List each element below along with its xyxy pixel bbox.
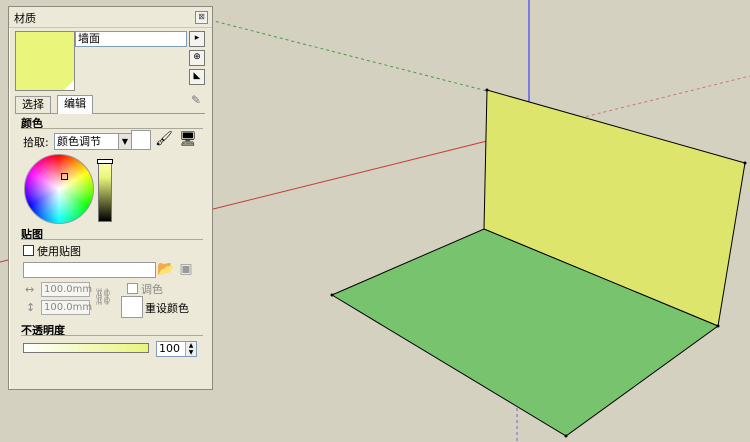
opacity-spinbox[interactable]: 100 ▲ ▼ bbox=[156, 341, 197, 357]
pick-mode-value: 颜色调节 bbox=[57, 135, 101, 148]
match-color-on-screen-icon[interactable]: 🖥 bbox=[179, 130, 197, 148]
opacity-value: 100 bbox=[159, 342, 180, 355]
texture-height-input[interactable]: 100.0mm bbox=[41, 300, 92, 315]
tab-select[interactable]: 选择 bbox=[15, 96, 51, 113]
opacity-slider[interactable] bbox=[23, 343, 149, 353]
create-material-icon[interactable]: ⊕ bbox=[189, 50, 205, 66]
swatch-corner-triangle bbox=[64, 80, 74, 90]
browse-folder-icon[interactable]: 📂 bbox=[157, 260, 175, 278]
link-chain-icon[interactable]: ⛓ bbox=[93, 287, 113, 306]
tab-bar: 选择 编辑 bbox=[15, 95, 205, 114]
details-arrow-icon[interactable]: ▸ bbox=[189, 31, 205, 47]
default-material-icon[interactable]: ◣ bbox=[189, 69, 205, 85]
edit-texture-icon[interactable]: ▣ bbox=[177, 260, 195, 278]
texture-path-input[interactable] bbox=[23, 262, 156, 278]
panel-title: 材质 bbox=[14, 12, 36, 25]
close-button[interactable]: ⊠ bbox=[195, 11, 208, 24]
use-texture-label: 使用贴图 bbox=[37, 245, 81, 258]
vertex-dot bbox=[716, 324, 720, 328]
use-texture-checkbox[interactable] bbox=[23, 245, 34, 256]
panel-titlebar[interactable]: 材质 ⊠ bbox=[9, 7, 212, 28]
match-color-in-model-icon[interactable]: 🖌 bbox=[155, 130, 173, 148]
width-arrow-icon: ↔ bbox=[25, 283, 35, 296]
materials-panel: 材质 ⊠ 墙面 ▸ ⊕ ◣ 选择 编辑 ✎ 颜色 拾取: 颜色调节 ▼ 🖌 🖥 … bbox=[8, 6, 213, 390]
match-color-box[interactable] bbox=[131, 130, 151, 150]
eyedropper-icon[interactable]: ✎ bbox=[191, 93, 201, 107]
vertex-dot bbox=[743, 161, 747, 165]
pick-label: 拾取: bbox=[23, 136, 49, 149]
vertex-dot bbox=[330, 293, 334, 297]
height-arrow-icon: ↕ bbox=[26, 301, 36, 314]
texture-width-input[interactable]: 100.0mm bbox=[41, 282, 92, 297]
material-preview-swatch[interactable] bbox=[15, 31, 75, 91]
section-divider bbox=[21, 335, 203, 336]
material-name-input[interactable]: 墙面 bbox=[75, 31, 187, 47]
color-wheel[interactable] bbox=[24, 154, 94, 224]
colorize-label: 调色 bbox=[141, 283, 163, 296]
vertex-dot bbox=[485, 88, 489, 92]
spin-arrows-icon[interactable]: ▲ ▼ bbox=[185, 342, 196, 356]
chevron-down-icon[interactable]: ▼ bbox=[118, 134, 131, 149]
section-divider bbox=[21, 128, 203, 129]
color-wheel-marker[interactable] bbox=[61, 173, 68, 180]
tab-edit[interactable]: 编辑 bbox=[57, 95, 93, 114]
colorize-checkbox[interactable] bbox=[127, 283, 138, 294]
brightness-slider-thumb[interactable] bbox=[97, 159, 113, 164]
vertex-dot bbox=[564, 434, 568, 438]
reset-color-label[interactable]: 重设颜色 bbox=[145, 300, 189, 316]
pick-mode-select[interactable]: 颜色调节 ▼ bbox=[54, 133, 132, 150]
reset-color-swatch[interactable] bbox=[121, 296, 143, 318]
section-divider bbox=[21, 239, 203, 240]
brightness-slider[interactable] bbox=[97, 159, 113, 222]
